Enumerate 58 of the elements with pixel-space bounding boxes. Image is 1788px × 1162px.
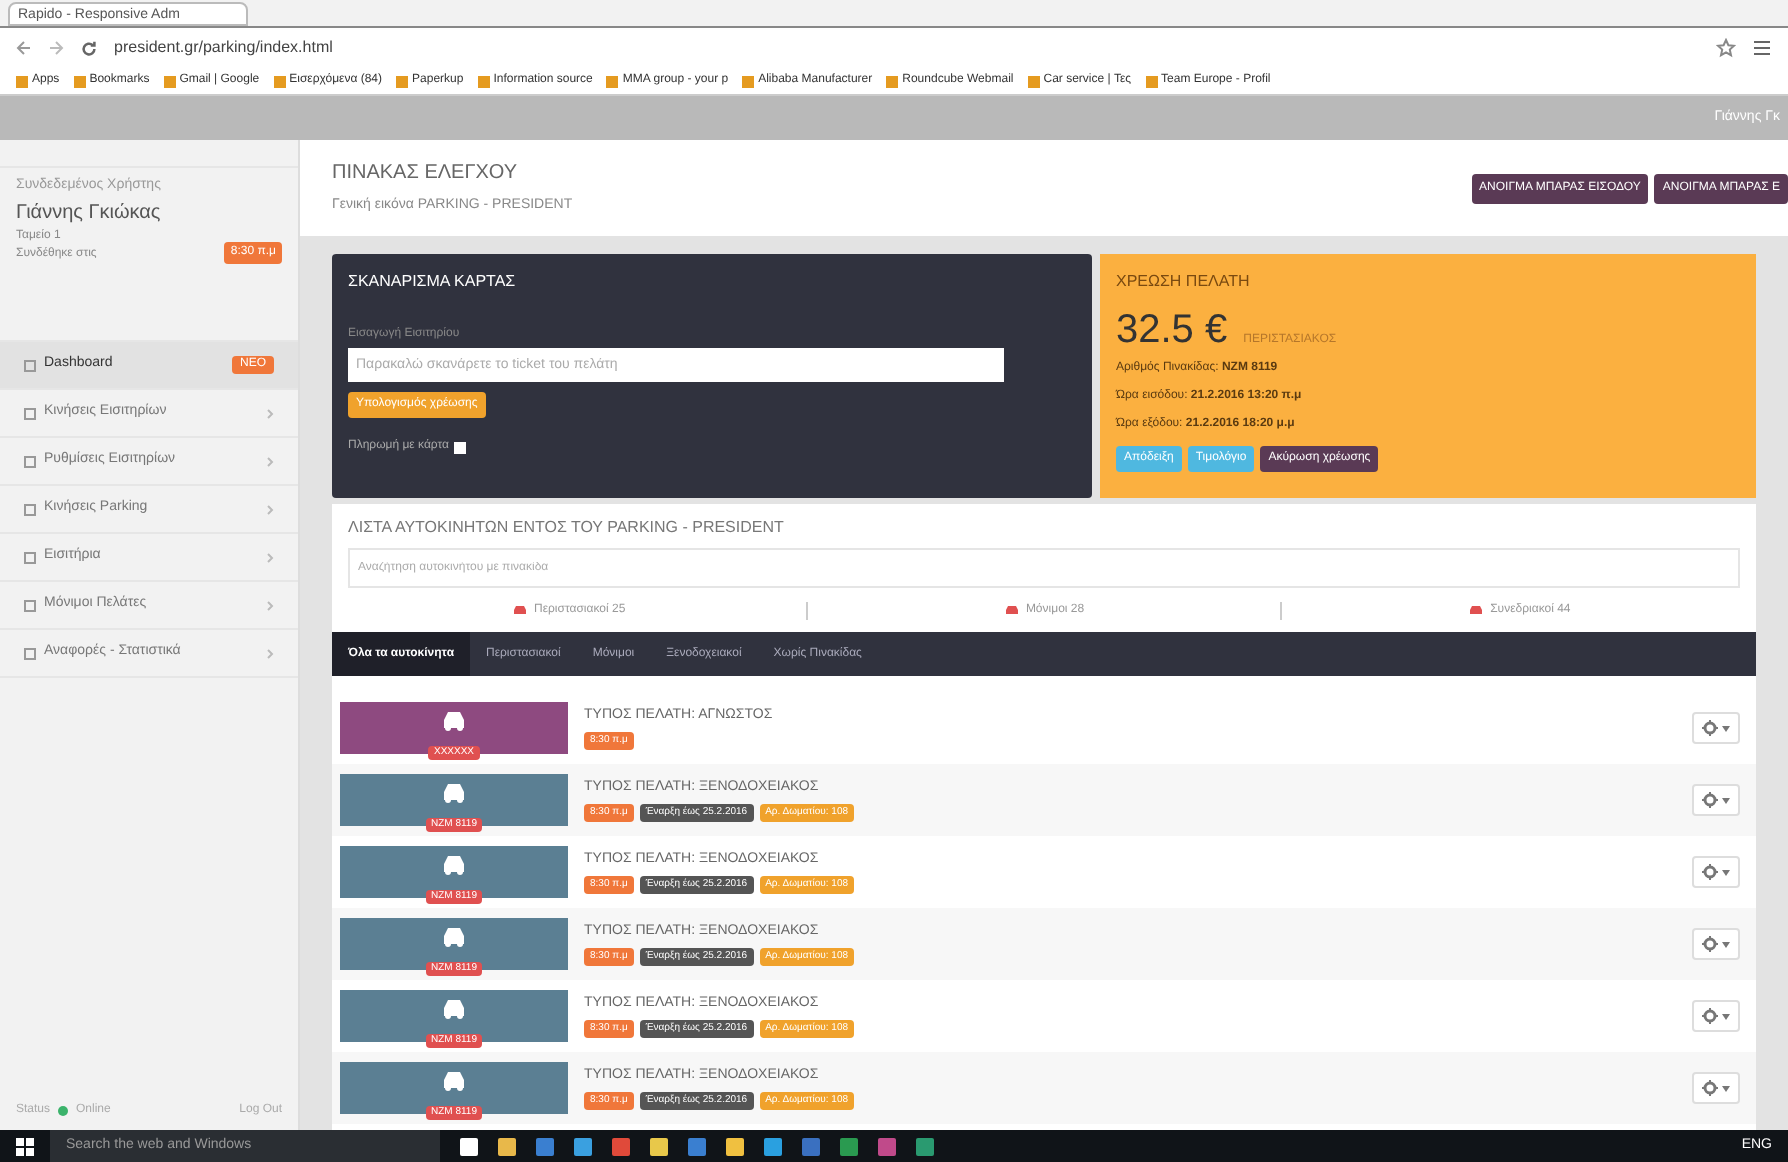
card-payment-checkbox[interactable]	[453, 441, 466, 453]
caret-icon	[1722, 869, 1730, 875]
taskbar-app-icon[interactable]	[498, 1137, 516, 1155]
taskbar-app-icon[interactable]	[460, 1137, 478, 1155]
card-title: ΧΡΕΩΣΗ ΠΕΛΑΤΗ	[1116, 270, 1252, 294]
car-icon	[1003, 604, 1020, 616]
star-icon[interactable]	[1716, 38, 1736, 58]
chevron-icon	[266, 407, 274, 419]
settings-button[interactable]	[1692, 712, 1740, 744]
car-icon	[440, 1068, 468, 1092]
gear-icon	[1702, 864, 1718, 880]
settings-button[interactable]	[1692, 784, 1740, 816]
car-icon	[440, 852, 468, 876]
menu-item-icon	[24, 599, 36, 611]
caret-icon	[1722, 941, 1730, 947]
menu-icon[interactable]	[1752, 38, 1772, 58]
gear-icon	[1702, 1080, 1718, 1096]
taskbar-app-icon[interactable]	[574, 1137, 592, 1155]
back-icon[interactable]	[16, 40, 32, 56]
menu-item-icon	[24, 551, 36, 563]
gear-icon	[1702, 936, 1718, 952]
taskbar-app-icon[interactable]	[764, 1137, 782, 1155]
reload-icon[interactable]	[80, 39, 98, 57]
car-icon	[440, 924, 468, 948]
caret-icon	[1722, 725, 1730, 731]
settings-button[interactable]	[1692, 1072, 1740, 1104]
menu-item-icon	[24, 407, 36, 419]
menu-item-icon	[24, 503, 36, 515]
car-icon	[1468, 604, 1485, 616]
caret-icon	[1722, 1013, 1730, 1019]
charge-amount: 32.5 €	[1116, 310, 1228, 350]
card-title: ΣΚΑΝΑΡΙΣΜΑ ΚΑΡΤΑΣ	[348, 270, 518, 294]
gear-icon	[1702, 1008, 1718, 1024]
user-name: Γιάννης Γκιώκας	[16, 199, 163, 227]
page-title: ΠΙΝΑΚΑΣ ΕΛΕΓΧΟΥ	[332, 160, 520, 189]
chevron-icon	[266, 551, 274, 563]
settings-button[interactable]	[1692, 856, 1740, 888]
gear-icon	[1702, 792, 1718, 808]
chevron-icon	[266, 647, 274, 659]
car-icon	[512, 604, 528, 616]
chevron-icon	[266, 503, 274, 515]
settings-button[interactable]	[1692, 928, 1740, 960]
menu-item-icon	[24, 359, 36, 371]
caret-icon	[1722, 797, 1730, 803]
taskbar-app-icon[interactable]	[650, 1137, 668, 1155]
gear-icon	[1702, 720, 1718, 736]
chevron-icon	[266, 599, 274, 611]
menu-item-icon	[24, 647, 36, 659]
list-title: ΛΙΣΤΑ ΑΥΤΟΚΙΝΗΤΩΝ ΕΝΤΟΣ ΤΟΥ PARKING - PRESIDENT	[346, 516, 786, 540]
car-icon	[440, 996, 468, 1020]
car-icon	[440, 708, 468, 732]
chevron-icon	[266, 455, 274, 467]
caret-icon	[1722, 1085, 1730, 1091]
start-icon[interactable]	[16, 1137, 34, 1155]
settings-button[interactable]	[1692, 1000, 1740, 1032]
menu-item-icon	[24, 455, 36, 467]
car-icon	[440, 780, 468, 804]
taskbar-app-icon[interactable]	[726, 1137, 744, 1155]
